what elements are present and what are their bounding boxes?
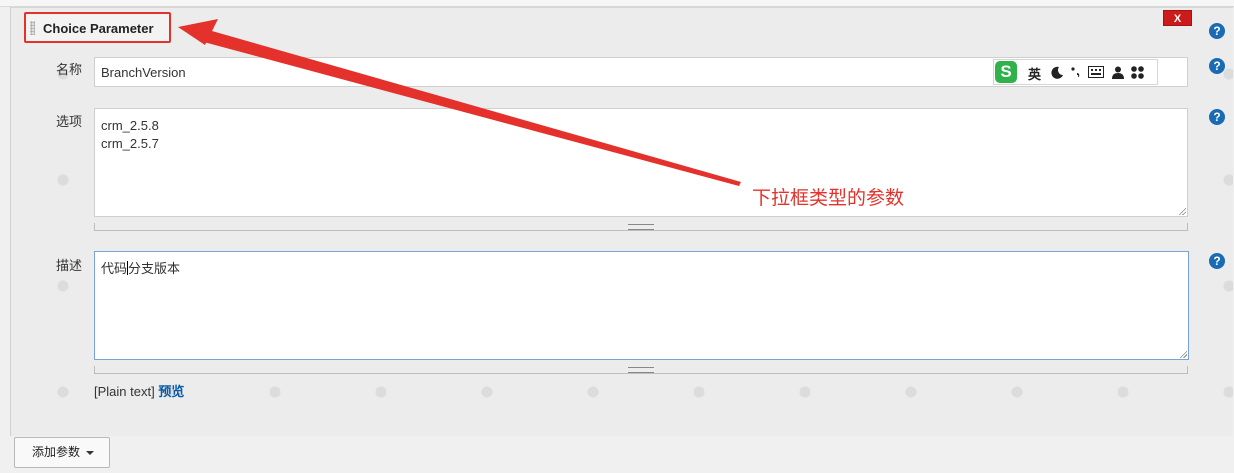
annotation-text: 下拉框类型的参数	[752, 188, 905, 209]
chevron-down-icon	[86, 451, 94, 455]
add-parameter-label: 添加参数	[32, 445, 81, 459]
arrow-shaft	[200, 29, 741, 186]
annotation-arrow	[178, 19, 741, 186]
add-parameter-button[interactable]: 添加参数	[14, 437, 110, 468]
